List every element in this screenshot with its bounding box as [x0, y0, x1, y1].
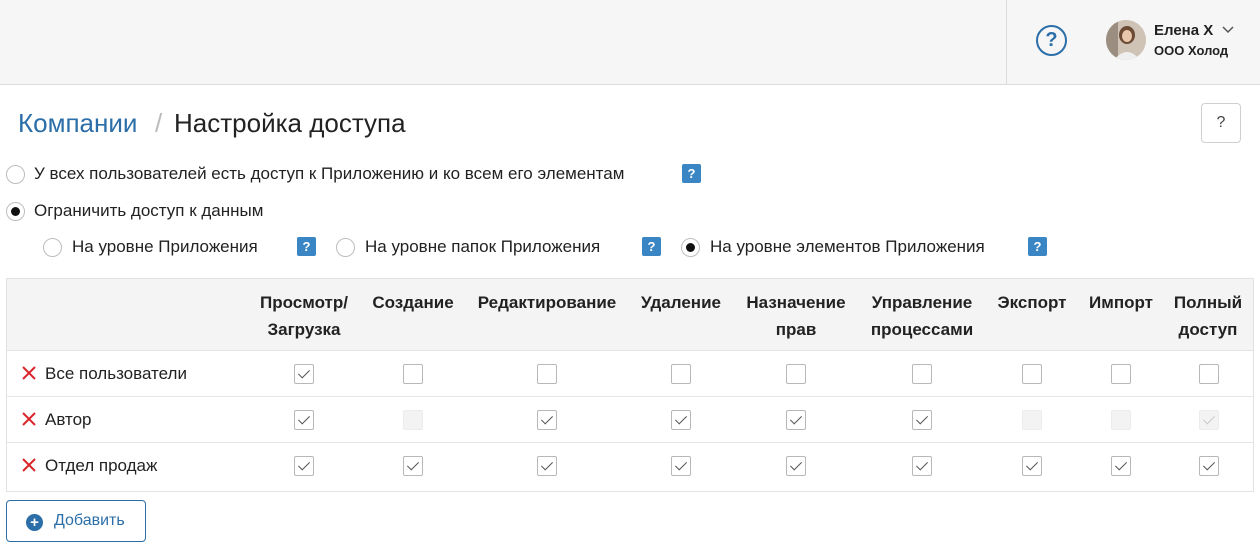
- column-header-delete: Удаление: [641, 293, 721, 312]
- permission-checkbox[interactable]: [294, 410, 314, 430]
- permission-checkbox[interactable]: [1111, 456, 1131, 476]
- permission-checkbox[interactable]: [1022, 364, 1042, 384]
- column-header-process-management: Управление процессами: [870, 293, 974, 339]
- radio-restrict-label[interactable]: Ограничить доступ к данным: [34, 201, 263, 221]
- permission-checkbox[interactable]: [403, 456, 423, 476]
- column-header-export: Экспорт: [997, 293, 1067, 312]
- help-badge-level-items[interactable]: ?: [1028, 237, 1047, 256]
- user-org: ООО Холод: [1154, 43, 1229, 58]
- add-button[interactable]: + Добавить: [6, 500, 146, 542]
- page-help-button[interactable]: ?: [1201, 103, 1241, 143]
- radio-restrict[interactable]: [6, 202, 25, 221]
- permission-checkbox[interactable]: [537, 364, 557, 384]
- radio-level-app-label[interactable]: На уровне Приложения: [72, 237, 258, 257]
- table-row: Автор: [7, 397, 1253, 443]
- table-row: Отдел продаж: [7, 443, 1253, 489]
- remove-row-icon[interactable]: [19, 409, 39, 429]
- radio-level-items[interactable]: [681, 238, 700, 257]
- permission-checkbox[interactable]: [912, 364, 932, 384]
- avatar[interactable]: [1106, 20, 1146, 60]
- row-name: Все пользователи: [45, 364, 187, 383]
- radio-all-users-label[interactable]: У всех пользователей есть доступ к Прило…: [34, 164, 624, 184]
- radio-level-app[interactable]: [43, 238, 62, 257]
- help-badge-all-users[interactable]: ?: [682, 164, 701, 183]
- radio-level-items-label[interactable]: На уровне элементов Приложения: [710, 237, 985, 257]
- permission-checkbox[interactable]: [1199, 456, 1219, 476]
- permission-checkbox[interactable]: [786, 410, 806, 430]
- table-row: Все пользователи: [7, 351, 1253, 397]
- remove-row-icon[interactable]: [19, 363, 39, 383]
- breadcrumb-separator: /: [155, 108, 163, 138]
- radio-all-users[interactable]: [6, 165, 25, 184]
- user-name[interactable]: Елена Х: [1154, 22, 1213, 39]
- permission-checkbox: [403, 410, 423, 430]
- permission-checkbox[interactable]: [786, 364, 806, 384]
- permission-checkbox[interactable]: [403, 364, 423, 384]
- row-name: Отдел продаж: [45, 456, 158, 475]
- permission-checkbox[interactable]: [294, 364, 314, 384]
- chevron-down-icon[interactable]: [1222, 23, 1234, 37]
- column-header-assign-rights: Назначение прав: [746, 293, 846, 339]
- column-header-view: Просмотр/Загрузка: [260, 293, 348, 339]
- row-name: Автор: [45, 410, 92, 429]
- column-header-import: Импорт: [1089, 293, 1153, 312]
- permission-checkbox: [1022, 410, 1042, 430]
- permission-checkbox: [1111, 410, 1131, 430]
- help-badge-level-app[interactable]: ?: [297, 237, 316, 256]
- add-button-label: Добавить: [54, 512, 125, 529]
- table-header: Просмотр/Загрузка Создание Редактировани…: [7, 279, 1253, 351]
- help-badge-level-folders[interactable]: ?: [642, 237, 661, 256]
- permission-checkbox[interactable]: [912, 456, 932, 476]
- permissions-table: Просмотр/Загрузка Создание Редактировани…: [6, 278, 1254, 492]
- column-header-edit: Редактирование: [477, 293, 617, 312]
- permission-checkbox[interactable]: [671, 456, 691, 476]
- avatar-image: [1106, 20, 1146, 60]
- help-icon[interactable]: ?: [1036, 25, 1067, 56]
- permission-checkbox[interactable]: [671, 410, 691, 430]
- header-divider: [1006, 0, 1007, 85]
- page-title: Настройка доступа: [174, 108, 406, 138]
- permission-checkbox[interactable]: [1199, 364, 1219, 384]
- permission-checkbox[interactable]: [537, 456, 557, 476]
- permission-checkbox[interactable]: [537, 410, 557, 430]
- column-header-create: Создание: [372, 293, 454, 312]
- permission-checkbox[interactable]: [786, 456, 806, 476]
- permission-checkbox[interactable]: [1022, 456, 1042, 476]
- permission-checkbox[interactable]: [1111, 364, 1131, 384]
- radio-level-folders-label[interactable]: На уровне папок Приложения: [365, 237, 600, 257]
- breadcrumb-parent-link[interactable]: Компании: [18, 108, 137, 139]
- permission-checkbox[interactable]: [912, 410, 932, 430]
- top-bar: ? Елена Х ООО Холод: [0, 0, 1260, 85]
- radio-level-folders[interactable]: [336, 238, 355, 257]
- permission-checkbox: [1199, 410, 1219, 430]
- remove-row-icon[interactable]: [19, 455, 39, 475]
- column-header-full-access: Полный доступ: [1173, 293, 1243, 339]
- permission-checkbox[interactable]: [671, 364, 691, 384]
- permission-checkbox[interactable]: [294, 456, 314, 476]
- plus-circle-icon: +: [26, 514, 43, 531]
